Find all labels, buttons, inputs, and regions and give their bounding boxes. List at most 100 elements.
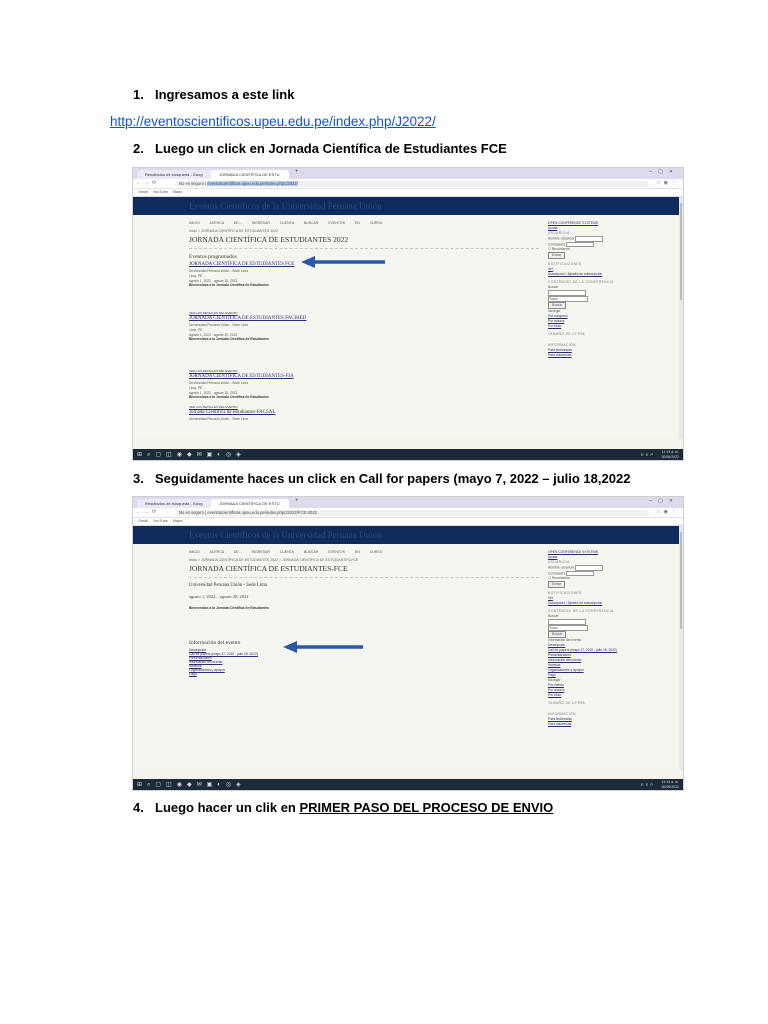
browser-menu-icon[interactable]: ☆◉⋮ — [656, 509, 679, 515]
remember-checkbox[interactable]: ☐ — [548, 576, 551, 580]
url-prefix: No es seguro | — [179, 509, 208, 515]
remember-label: Recordarme — [551, 576, 571, 581]
step-3: 3. Seguidamente haces un click en Call fo… — [133, 471, 630, 486]
browse-title-link[interactable]: Por título — [548, 693, 617, 698]
info-authors-link[interactable]: Para autores/as — [548, 353, 614, 358]
font-size-heading: TAMAÑO DE LETRA — [548, 331, 585, 336]
password-input[interactable] — [565, 241, 594, 248]
step-text: Seguidamente haces un click en Call for … — [155, 471, 631, 486]
notif-subscribe-link[interactable]: Suscripción / Ajustes de subscripción — [548, 272, 614, 277]
event-fce-details: Universidad Peruana Unión - Sede Lima Li… — [189, 269, 269, 288]
step-number: 3. — [133, 471, 144, 486]
info-payment-link[interactable]: Pago — [189, 672, 258, 676]
nav-arrows-icon[interactable]: ←→⟳ — [136, 180, 159, 186]
event-fia-link[interactable]: JORNADA CIENTÍFICA DE ESTUDIANTES-FIA — [189, 374, 294, 379]
clock-date: 30/06/2022 — [661, 454, 679, 459]
tab-bar: Resultados de búsqueda - Goog JORNADA CI… — [133, 497, 683, 508]
clock-time: 11:13 a. m. — [661, 450, 679, 454]
address-bar: ←→⟳ No es seguro | eventoscientificos.up… — [133, 179, 683, 189]
step-text: Ingresamos a este link — [155, 87, 295, 102]
url-field[interactable]: No es seguro | eventoscientificos.upeu.e… — [175, 180, 649, 187]
divider — [189, 248, 539, 249]
search-button[interactable]: Buscar — [548, 301, 567, 309]
notif-subscribe-link[interactable]: Suscripción / Ajustes de subscripción — [548, 601, 617, 606]
event-details-link[interactable]: VER LOS DETALLES DEL EVENTO — [189, 311, 238, 315]
url-text: eventoscientificos.upeu.edu.pe/index.php… — [207, 180, 298, 186]
bookmarks-bar[interactable]: Gmail YouTube Maps — [133, 518, 683, 526]
step-2: 2. Luego un click en Jornada Científica d… — [133, 141, 507, 156]
taskbar-apps-icon[interactable]: ⊞⌕▢◫◉◆✉▣◐◎◈ — [137, 451, 246, 459]
tab-search[interactable]: Resultados de búsqueda - Goog — [137, 170, 215, 179]
tab-event[interactable]: JORNADA CIENTÍFICA DE ESTU — [211, 170, 289, 179]
bookmarks-bar[interactable]: Gmail YouTube Maps — [133, 189, 683, 197]
step-text: Luego un click en Jornada Científica de … — [155, 141, 507, 156]
address-bar: ←→⟳ No es seguro | eventoscientificos.up… — [133, 508, 683, 518]
step-number: 2. — [133, 141, 144, 156]
site-nav[interactable]: INICIO ACERCA DE... INGRESAR CUENTA BUSC… — [189, 221, 382, 225]
new-tab-icon[interactable]: + — [295, 169, 299, 175]
taskbar-tray[interactable]: ESP — [641, 452, 655, 457]
page-title: JORNADA CIENTÍFICA DE ESTUDIANTES 2022 — [189, 235, 349, 244]
clock-time: 11:14 a. m. — [661, 780, 679, 784]
event-link[interactable]: http://eventoscientificos.upeu.edu.pe/in… — [110, 114, 436, 129]
event-welcome: Bienvenidos a la Jornada Científica de E… — [189, 606, 269, 610]
browser-menu-icon[interactable]: ☆◉⋮ — [656, 180, 679, 186]
password-input[interactable] — [565, 570, 594, 577]
sidebar: OPEN CONFERENCE SYSTEMS Ayuda USUARIO/A … — [548, 221, 614, 358]
site-content: Eventos Científicos de la Universidad Pe… — [133, 197, 683, 439]
event-dates: agosto 1, 2022 – agosto 20, 2022 — [189, 594, 249, 599]
step-number: 4. — [133, 800, 144, 815]
url-text: eventoscientificos.upeu.edu.pe/index.php… — [207, 509, 317, 515]
taskbar-tray[interactable]: ESP — [641, 782, 655, 787]
event-place: Universidad Peruana Unión - Sede Lima — [189, 417, 249, 421]
new-tab-icon[interactable]: + — [295, 498, 299, 504]
event-welcome: Bienvenidos a la Jornada Científica de E… — [189, 283, 269, 288]
event-facihed-link[interactable]: JORNADA CIENTÍFICA DE ESTUDIANTES FACIHE… — [189, 316, 306, 321]
divider — [189, 577, 539, 578]
event-details-link[interactable]: VER LOS DETALLES DEL EVENTO — [189, 369, 238, 373]
login-button[interactable]: Entrar — [548, 252, 565, 260]
site-header: Eventos Científicos de la Universidad Pe… — [133, 197, 683, 215]
tab-event[interactable]: JORNADA CIENTÍFICA DE ESTU — [211, 499, 289, 508]
event-fia-details: Universidad Peruana Unión - Sede Lima Li… — [189, 381, 269, 400]
event-details-link[interactable]: VER LOS DETALLES DEL EVENTO — [189, 405, 238, 409]
login-button[interactable]: Entrar — [548, 581, 565, 589]
browser-screenshot-2: Resultados de búsqueda - Goog JORNADA CI… — [132, 496, 684, 791]
font-size-heading: TAMAÑO DE LETRA — [548, 700, 585, 705]
arrow-pointer-2 — [283, 641, 363, 653]
site-header: Eventos Científicos de la Universidad Pe… — [133, 526, 683, 544]
browser-screenshot-1: Resultados de búsqueda - Goog JORNADA CI… — [132, 167, 684, 461]
nav-arrows-icon[interactable]: ←→⟳ — [136, 509, 159, 515]
event-welcome: Bienvenidos a la Jornada Científica de E… — [189, 337, 269, 342]
password-label: Contraseña — [548, 242, 566, 247]
info-authors-link[interactable]: Para autores/as — [548, 722, 617, 727]
tab-search[interactable]: Resultados de búsqueda - Goog — [137, 499, 215, 508]
window-controls-icon[interactable]: –▢✕ — [649, 169, 679, 175]
event-info-heading: Información del evento — [189, 640, 241, 646]
clock-date: 30/06/2022 — [661, 784, 679, 789]
event-place: Universidad Peruana Unión - Sede Lima — [189, 583, 267, 588]
search-button[interactable]: Buscar — [548, 630, 567, 638]
window-controls-icon[interactable]: –▢✕ — [649, 498, 679, 504]
step-number: 1. — [133, 87, 144, 102]
url-field[interactable]: No es seguro | eventoscientificos.upeu.e… — [175, 509, 649, 516]
taskbar-apps-icon[interactable]: ⊞⌕▢◫◉◆✉▣◐◎◈ — [137, 781, 246, 789]
remember-checkbox[interactable]: ☐ — [548, 247, 551, 251]
arrow-pointer-1 — [301, 256, 385, 268]
event-facsal-link[interactable]: Jornada Científica de estudiantes-FACSAL — [189, 410, 275, 415]
remember-label: Recordarme — [551, 247, 571, 252]
username-label: Nombre usuario/a — [548, 565, 575, 570]
breadcrumb[interactable]: Inicio > JORNADA CIENTÍFICA DE ESTUDIANT… — [189, 229, 278, 233]
scrollbar[interactable] — [679, 526, 683, 769]
breadcrumb[interactable]: Inicio > JORNADA CIENTÍFICA DE ESTUDIANT… — [189, 558, 358, 562]
browse-title-link[interactable]: Por título — [548, 324, 614, 329]
site-nav[interactable]: INICIO ACERCA DE... INGRESAR CUENTA BUSC… — [189, 550, 382, 554]
event-fce-link[interactable]: JORNADA CIENTÍFICA DE ESTUDIANTES FCE — [189, 262, 294, 267]
scrollbar[interactable] — [679, 197, 683, 439]
step-1: 1. Ingresamos a este link — [133, 87, 294, 102]
step-4: 4. Luego hacer un clik en PRIMER PASO DEL… — [133, 800, 553, 815]
page-title: JORNADA CIENTÍFICA DE ESTUDIANTES-FCE — [189, 564, 348, 573]
step-emphasis: PRIMER PASO DEL PROCESO DE ENVIO — [299, 800, 554, 815]
windows-taskbar: ⊞⌕▢◫◉◆✉▣◐◎◈ ESP 11:14 a. m. 30/06/2022 — [133, 779, 683, 790]
site-content: Eventos Científicos de la Universidad Pe… — [133, 526, 683, 769]
